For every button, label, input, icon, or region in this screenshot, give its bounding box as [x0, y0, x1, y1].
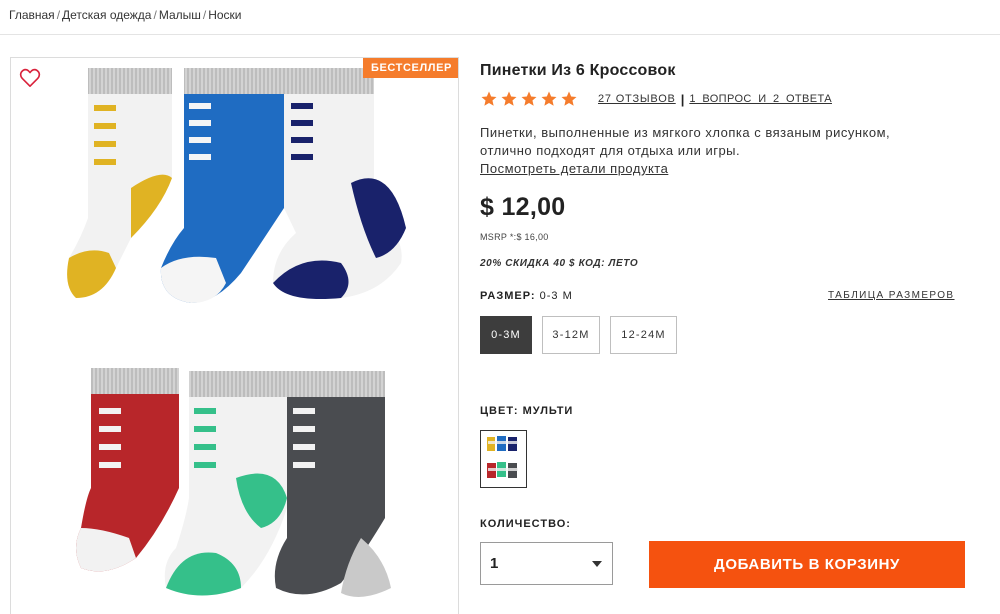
size-label: РАЗМЕР: 0-3 М — [480, 290, 573, 302]
product-image — [67, 68, 406, 597]
quantity-select[interactable]: 1 — [480, 542, 613, 585]
rating-divider: | — [680, 91, 685, 107]
size-option-0-3m[interactable]: 0-3М — [480, 316, 532, 354]
star-icon — [501, 91, 517, 106]
breadcrumb: Главная / Детская одежда / Малыш / Носки — [9, 8, 242, 22]
breadcrumb-separator: / — [56, 8, 61, 22]
size-options: 0-3М 3-12М 12-24М — [480, 316, 677, 354]
promo-code: 20% СКИДКА 40 $ КОД: ЛЕТО — [480, 258, 639, 269]
sock-green — [164, 371, 287, 596]
add-to-cart-button[interactable]: ДОБАВИТЬ В КОРЗИНУ — [649, 541, 965, 588]
breadcrumb-separator: / — [202, 8, 207, 22]
questions-answers-link[interactable]: 1 ВОПРОС И 2 ОТВЕТА — [689, 93, 832, 105]
caret-down-icon — [592, 560, 602, 567]
breadcrumb-kids-clothing[interactable]: Детская одежда — [62, 8, 151, 22]
description-line: Пинетки, выполненные из мягкого хлопка с… — [480, 125, 891, 140]
reviews-link[interactable]: 27 ОТЗЫВОВ — [598, 93, 676, 105]
size-option-3-12m[interactable]: 3-12М — [542, 316, 600, 354]
size-chart-link[interactable]: ТАБЛИЦА РАЗМЕРОВ — [828, 290, 955, 301]
description-line: отлично подходят для отдыха или игры. — [480, 143, 741, 158]
header-divider — [0, 34, 1000, 35]
quantity-value: 1 — [490, 555, 499, 572]
star-icon — [541, 91, 557, 106]
sock-yellow — [67, 68, 172, 298]
color-swatch-image — [487, 436, 518, 478]
breadcrumb-home[interactable]: Главная — [9, 8, 55, 22]
breadcrumb-toddler[interactable]: Малыш — [159, 8, 201, 22]
size-option-12-24m[interactable]: 12-24М — [610, 316, 677, 354]
product-details-link[interactable]: Посмотреть детали продукта — [480, 160, 970, 178]
quantity-label: КОЛИЧЕСТВО: — [480, 518, 571, 530]
product-image-panel[interactable]: БЕСТСЕЛЛЕР — [10, 57, 459, 614]
heart-outline-icon[interactable] — [19, 68, 43, 90]
product-description: Пинетки, выполненные из мягкого хлопка с… — [480, 124, 970, 178]
color-label: ЦВЕТ: МУЛЬТИ — [480, 405, 574, 417]
sock-navy — [273, 68, 406, 299]
price: $ 12,00 — [480, 193, 566, 221]
breadcrumb-separator: / — [153, 8, 157, 22]
bestseller-badge: БЕСТСЕЛЛЕР — [362, 58, 458, 78]
sock-charcoal — [274, 371, 391, 597]
sock-blue — [160, 68, 284, 303]
breadcrumb-socks[interactable]: Носки — [208, 8, 241, 22]
star-icon — [481, 91, 497, 106]
rating-row: 27 ОТЗЫВОВ | 1 ВОПРОС И 2 ОТВЕТА — [480, 89, 832, 109]
selected-size: 0-3 М — [539, 290, 573, 302]
size-label-title: РАЗМЕР: — [480, 290, 536, 302]
star-icon — [521, 91, 537, 106]
msrp-price: MSRP *:$ 16,00 — [480, 232, 549, 242]
product-title: Пинетки Из 6 Кроссовок — [480, 62, 676, 79]
star-icon — [561, 91, 577, 106]
color-swatch-multi[interactable] — [480, 430, 527, 488]
star-rating — [480, 90, 578, 108]
sock-red — [76, 368, 179, 572]
